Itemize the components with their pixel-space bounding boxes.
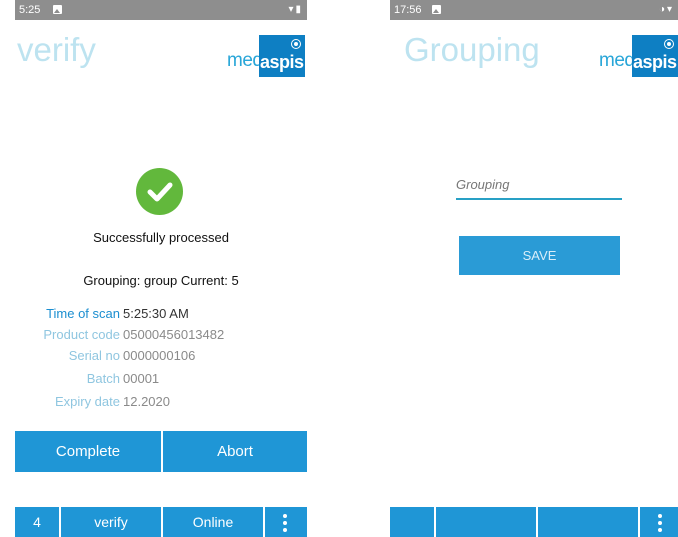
status-time: 17:56: [394, 4, 422, 16]
grouping-screen: 17:56 ◑▾ Grouping med aspis SAVE: [390, 0, 678, 537]
status-time: 5:25: [19, 4, 41, 16]
detail-serial-no: Serial no 0000000106: [15, 346, 307, 366]
target-icon: [664, 39, 674, 49]
bottom-bar: 4 verify Online: [15, 507, 307, 537]
detail-label: Product code: [43, 327, 120, 342]
medaspis-logo: med aspis: [227, 35, 307, 77]
kebab-menu-icon[interactable]: [658, 514, 662, 535]
detail-value: 5:25:30 AM: [123, 306, 189, 321]
wifi-battery-icon: ◑▾: [658, 4, 674, 15]
mode-indicator[interactable]: verify: [61, 507, 161, 537]
item-count[interactable]: [390, 507, 434, 537]
status-bar: 17:56 ◑▾: [390, 0, 678, 20]
detail-expiry-date: Expiry date 12.2020: [15, 392, 307, 412]
detail-time-of-scan: Time of scan 5:25:30 AM: [15, 304, 307, 324]
wifi-battery-icon: ▾▮: [288, 4, 303, 15]
medaspis-logo: med aspis: [599, 35, 678, 77]
detail-value: 00001: [123, 371, 160, 386]
detail-label: Expiry date: [54, 394, 120, 409]
target-icon: [291, 39, 301, 49]
connection-status[interactable]: Online: [163, 507, 263, 537]
gallery-icon: [53, 5, 62, 14]
detail-label: Time of scan: [46, 306, 120, 321]
detail-label: Serial no: [68, 348, 120, 363]
page-title: verify: [17, 31, 96, 68]
kebab-menu-icon[interactable]: [283, 514, 287, 535]
grouping-input-field[interactable]: [456, 176, 622, 200]
save-button[interactable]: SAVE: [459, 236, 620, 275]
detail-value: 0000000106: [123, 348, 196, 363]
detail-batch: Batch 00001: [15, 369, 307, 389]
mode-indicator[interactable]: [436, 507, 536, 537]
verify-screen: 5:25 ▾▮ verify med aspis Successfully pr…: [15, 0, 307, 537]
gallery-icon: [432, 5, 441, 14]
connection-status[interactable]: [538, 507, 638, 537]
divider: [638, 507, 640, 537]
item-count[interactable]: 4: [15, 507, 59, 537]
grouping-input[interactable]: [456, 177, 616, 192]
page-title: Grouping: [404, 31, 540, 68]
action-bar: Complete Abort: [15, 431, 307, 472]
detail-label: Batch: [86, 371, 120, 386]
bottom-bar: [390, 507, 678, 537]
complete-button[interactable]: Complete: [15, 431, 161, 472]
grouping-status: Grouping: group Current: 5: [83, 273, 239, 288]
detail-value: 05000456013482: [123, 327, 225, 342]
success-check-icon: [136, 168, 183, 215]
detail-product-code: Product code 05000456013482: [15, 325, 307, 345]
status-bar: 5:25 ▾▮: [15, 0, 307, 20]
abort-button[interactable]: Abort: [163, 431, 307, 472]
divider: [263, 507, 265, 537]
status-message: Successfully processed: [93, 230, 229, 245]
detail-value: 12.2020: [123, 394, 170, 409]
